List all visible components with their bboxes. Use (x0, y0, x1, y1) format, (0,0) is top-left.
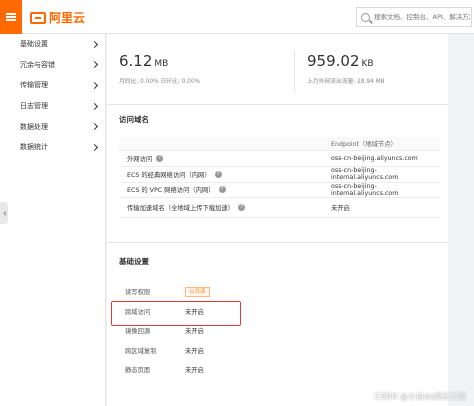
chevron-right-icon (90, 143, 99, 151)
setting-value: 未开启 (185, 347, 204, 355)
chevron-right-icon (90, 102, 99, 110)
table-row: 外网访问? oss-cn-beijing.aliyuncs.com (119, 151, 440, 167)
metric-traffic: 959.02 KB 上月外网流出流量: 28.94 MB (307, 52, 385, 85)
aliyun-logo[interactable]: 阿里云 (30, 9, 85, 26)
row-value: oss-cn-beijing-internal.aliyuncs.com (331, 182, 399, 197)
metric-value: 959.02 KB (307, 52, 374, 70)
metric-subtext: 月同比: 0.00% 日环比: 0.00% (119, 79, 201, 85)
divider (107, 104, 448, 105)
setting-label: 读写权限 (125, 289, 151, 297)
setting-row-static-site: 静态页面 未开启 (119, 360, 319, 380)
sidebar-collapse-handle[interactable] (0, 202, 8, 224)
main-content: 6.12 MB 月同比: 0.00% 日环比: 0.00% 959.02 KB 上月… (107, 34, 448, 406)
setting-label: 静态页面 (125, 367, 151, 375)
setting-value: 未开启 (185, 328, 204, 336)
help-icon[interactable]: ? (214, 170, 222, 178)
chevron-right-icon (90, 61, 99, 69)
endpoint-table: Endpoint（地域节点） 外网访问? oss-cn-beijing.aliy… (119, 137, 440, 219)
sidebar-item-label: 基础设置 (20, 40, 48, 49)
section-title-access-domain: 访问域名 (119, 115, 149, 124)
sidebar-item-basic-settings[interactable]: 基础设置 (0, 34, 105, 55)
help-icon[interactable]: ? (238, 204, 246, 212)
help-icon[interactable]: ? (218, 186, 226, 194)
row-label: 传输加速域名（全地域上传下载加速） (127, 205, 235, 213)
metric-subtext: 上月外网流出流量: 28.94 MB (307, 79, 385, 85)
sidebar-item-label: 数据统计 (20, 143, 48, 152)
sidebar-item-logs[interactable]: 日志管理 (0, 96, 105, 117)
acl-badge: 公共读 (185, 286, 210, 297)
sidebar-item-statistics[interactable]: 数据统计 (0, 137, 105, 158)
chevron-right-icon (90, 123, 99, 131)
highlight-annotation-box (111, 301, 241, 326)
search-icon (361, 12, 370, 22)
row-value: 未开启 (331, 205, 350, 213)
search-input[interactable] (374, 13, 470, 21)
hamburger-icon (6, 13, 16, 21)
search-box[interactable] (356, 7, 472, 27)
logo-text: 阿里云 (49, 11, 86, 25)
row-label: ECS 的经典网络访问（内网） (127, 171, 211, 179)
divider (107, 242, 448, 243)
setting-row-acl: 读写权限 公共读 (119, 282, 319, 302)
setting-row-replication: 跨区域复制 未开启 (119, 341, 319, 361)
table-row: ECS 的经典网络访问（内网）? oss-cn-beijing-internal… (119, 167, 440, 183)
row-label: ECS 的 VPC 网络访问（内网） (127, 187, 215, 195)
column-header-endpoint: Endpoint（地域节点） (331, 141, 397, 148)
right-gutter (448, 34, 474, 406)
sidebar-item-label: 数据处理 (20, 122, 48, 131)
metric-value: 6.12 MB (119, 52, 169, 70)
sidebar-item-label: 日志管理 (20, 102, 48, 111)
chevron-left-icon (2, 210, 8, 216)
chevron-right-icon (90, 40, 99, 48)
aliyun-logo-icon (30, 11, 46, 24)
metric-storage: 6.12 MB 月同比: 0.00% 日环比: 0.00% (119, 52, 200, 85)
table-header: Endpoint（地域节点） (119, 137, 440, 151)
chevron-right-icon (90, 81, 99, 90)
sidebar-item-transfer[interactable]: 传输管理 (0, 75, 105, 96)
section-title-basic-settings: 基础设置 (119, 257, 149, 266)
sidebar-item-redundancy[interactable]: 冗余与容错 (0, 55, 105, 76)
table-row: ECS 的 VPC 网络访问（内网）? oss-cn-beijing-inter… (119, 183, 440, 199)
help-icon[interactable]: ? (156, 154, 164, 162)
menu-button[interactable] (0, 0, 22, 34)
setting-label: 镜像回源 (125, 328, 151, 336)
row-label: 外网访问 (127, 155, 153, 163)
row-value: oss-cn-beijing.aliyuncs.com (331, 154, 418, 162)
basic-settings-list: 读写权限 公共读 跨域访问 未开启 镜像回源 未开启 跨区域复制 未开启 静态页… (119, 282, 319, 380)
sidebar-item-label: 传输管理 (20, 81, 48, 90)
setting-value: 未开启 (185, 367, 204, 375)
row-value: oss-cn-beijing-internal.aliyuncs.com (331, 167, 399, 182)
sidebar-item-data-processing[interactable]: 数据处理 (0, 116, 105, 137)
table-row: 传输加速域名（全地域上传下载加速）? 未开启 (119, 198, 440, 219)
sidebar: 基础设置 冗余与容错 传输管理 日志管理 数据处理 数据统计 (0, 34, 106, 406)
sidebar-item-label: 冗余与容错 (20, 60, 55, 69)
setting-label: 跨区域复制 (125, 347, 157, 355)
divider (294, 50, 295, 92)
watermark: CSDN @小白de成长之路 (374, 392, 466, 401)
top-bar: 阿里云 (0, 0, 474, 34)
